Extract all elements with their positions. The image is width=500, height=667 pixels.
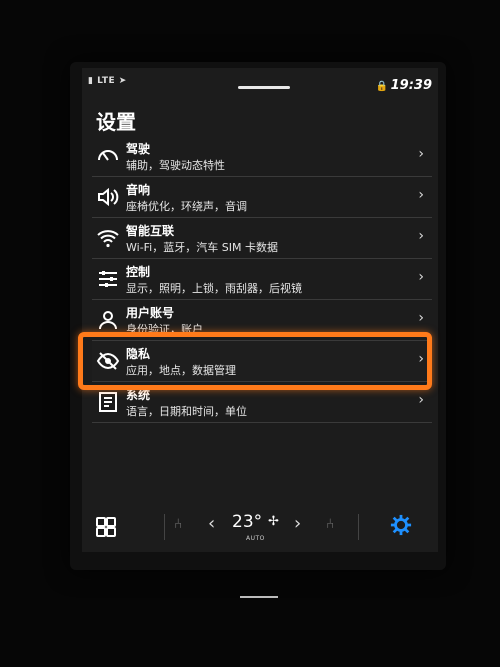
chevron-right-icon: ›	[418, 269, 424, 285]
divider	[164, 514, 165, 540]
divider	[358, 514, 359, 540]
climate-bar: ⑃ ‹ 23° ✢ AUTO › ⑃	[82, 502, 438, 552]
home-indicator	[240, 596, 278, 598]
speedometer-icon	[96, 144, 120, 168]
chevron-right-icon: ›	[418, 310, 424, 326]
menu-item-subtitle: 座椅优化，环绕声，音调	[126, 200, 247, 213]
menu-item-subtitle: 语言，日期和时间，单位	[126, 405, 247, 418]
drag-handle[interactable]	[238, 86, 290, 89]
temp-down-arrow-icon[interactable]: ‹	[208, 513, 215, 534]
wifi-icon	[96, 226, 120, 250]
temperature-readout[interactable]: 23°	[232, 512, 262, 532]
chevron-right-icon: ›	[418, 146, 424, 162]
speaker-icon	[96, 185, 120, 209]
location-arrow-icon: ➤	[118, 76, 127, 86]
settings-gear-icon[interactable]	[390, 514, 412, 536]
clock: 19:39	[390, 78, 432, 93]
sliders-icon	[96, 267, 120, 291]
climate-mode-label: AUTO	[246, 535, 265, 542]
signal-icon: ▮	[88, 76, 94, 86]
menu-item-subtitle: Wi-Fi，蓝牙，汽车 SIM 卡数据	[126, 241, 278, 254]
menu-item-title: 用户账号	[126, 306, 175, 320]
menu-item-audio[interactable]: 音响 座椅优化，环绕声，音调 ›	[92, 177, 432, 218]
menu-item-subtitle: 显示，照明，上锁，雨刮器，后视镜	[126, 282, 302, 295]
status-bar: ▮ LTE ➤ 🔒 19:39	[82, 68, 438, 98]
temp-up-arrow-icon[interactable]: ›	[294, 513, 301, 534]
driver-seat-icon[interactable]: ⑃	[174, 516, 192, 536]
page-title: 设置	[96, 110, 136, 134]
user-icon	[96, 308, 120, 332]
chevron-right-icon: ›	[418, 392, 424, 408]
menu-item-title: 音响	[126, 183, 151, 197]
app-grid-icon[interactable]	[96, 517, 116, 537]
system-icon	[96, 390, 120, 414]
fan-icon[interactable]: ✢	[268, 514, 279, 529]
chevron-right-icon: ›	[418, 187, 424, 203]
menu-item-controls[interactable]: 控制 显示，照明，上锁，雨刮器，后视镜 ›	[92, 259, 432, 300]
menu-item-driving[interactable]: 驾驶 辅助，驾驶动态特性 ›	[92, 136, 432, 177]
network-indicator: ▮ LTE ➤	[88, 76, 127, 86]
settings-screen: ▮ LTE ➤ 🔒 19:39 设置 驾驶 辅助，驾驶动态特性 › 音响 座椅优…	[82, 68, 438, 552]
menu-item-subtitle: 辅助，驾驶动态特性	[126, 159, 225, 172]
passenger-seat-icon[interactable]: ⑃	[326, 516, 344, 536]
network-label: LTE	[97, 76, 116, 86]
chevron-right-icon: ›	[418, 228, 424, 244]
lock-icon: 🔒	[375, 81, 388, 92]
menu-item-title: 驾驶	[126, 142, 151, 156]
menu-item-title: 智能互联	[126, 224, 175, 238]
menu-item-connectivity[interactable]: 智能互联 Wi-Fi，蓝牙，汽车 SIM 卡数据 ›	[92, 218, 432, 259]
selection-highlight	[78, 332, 432, 390]
menu-item-title: 控制	[126, 265, 151, 279]
